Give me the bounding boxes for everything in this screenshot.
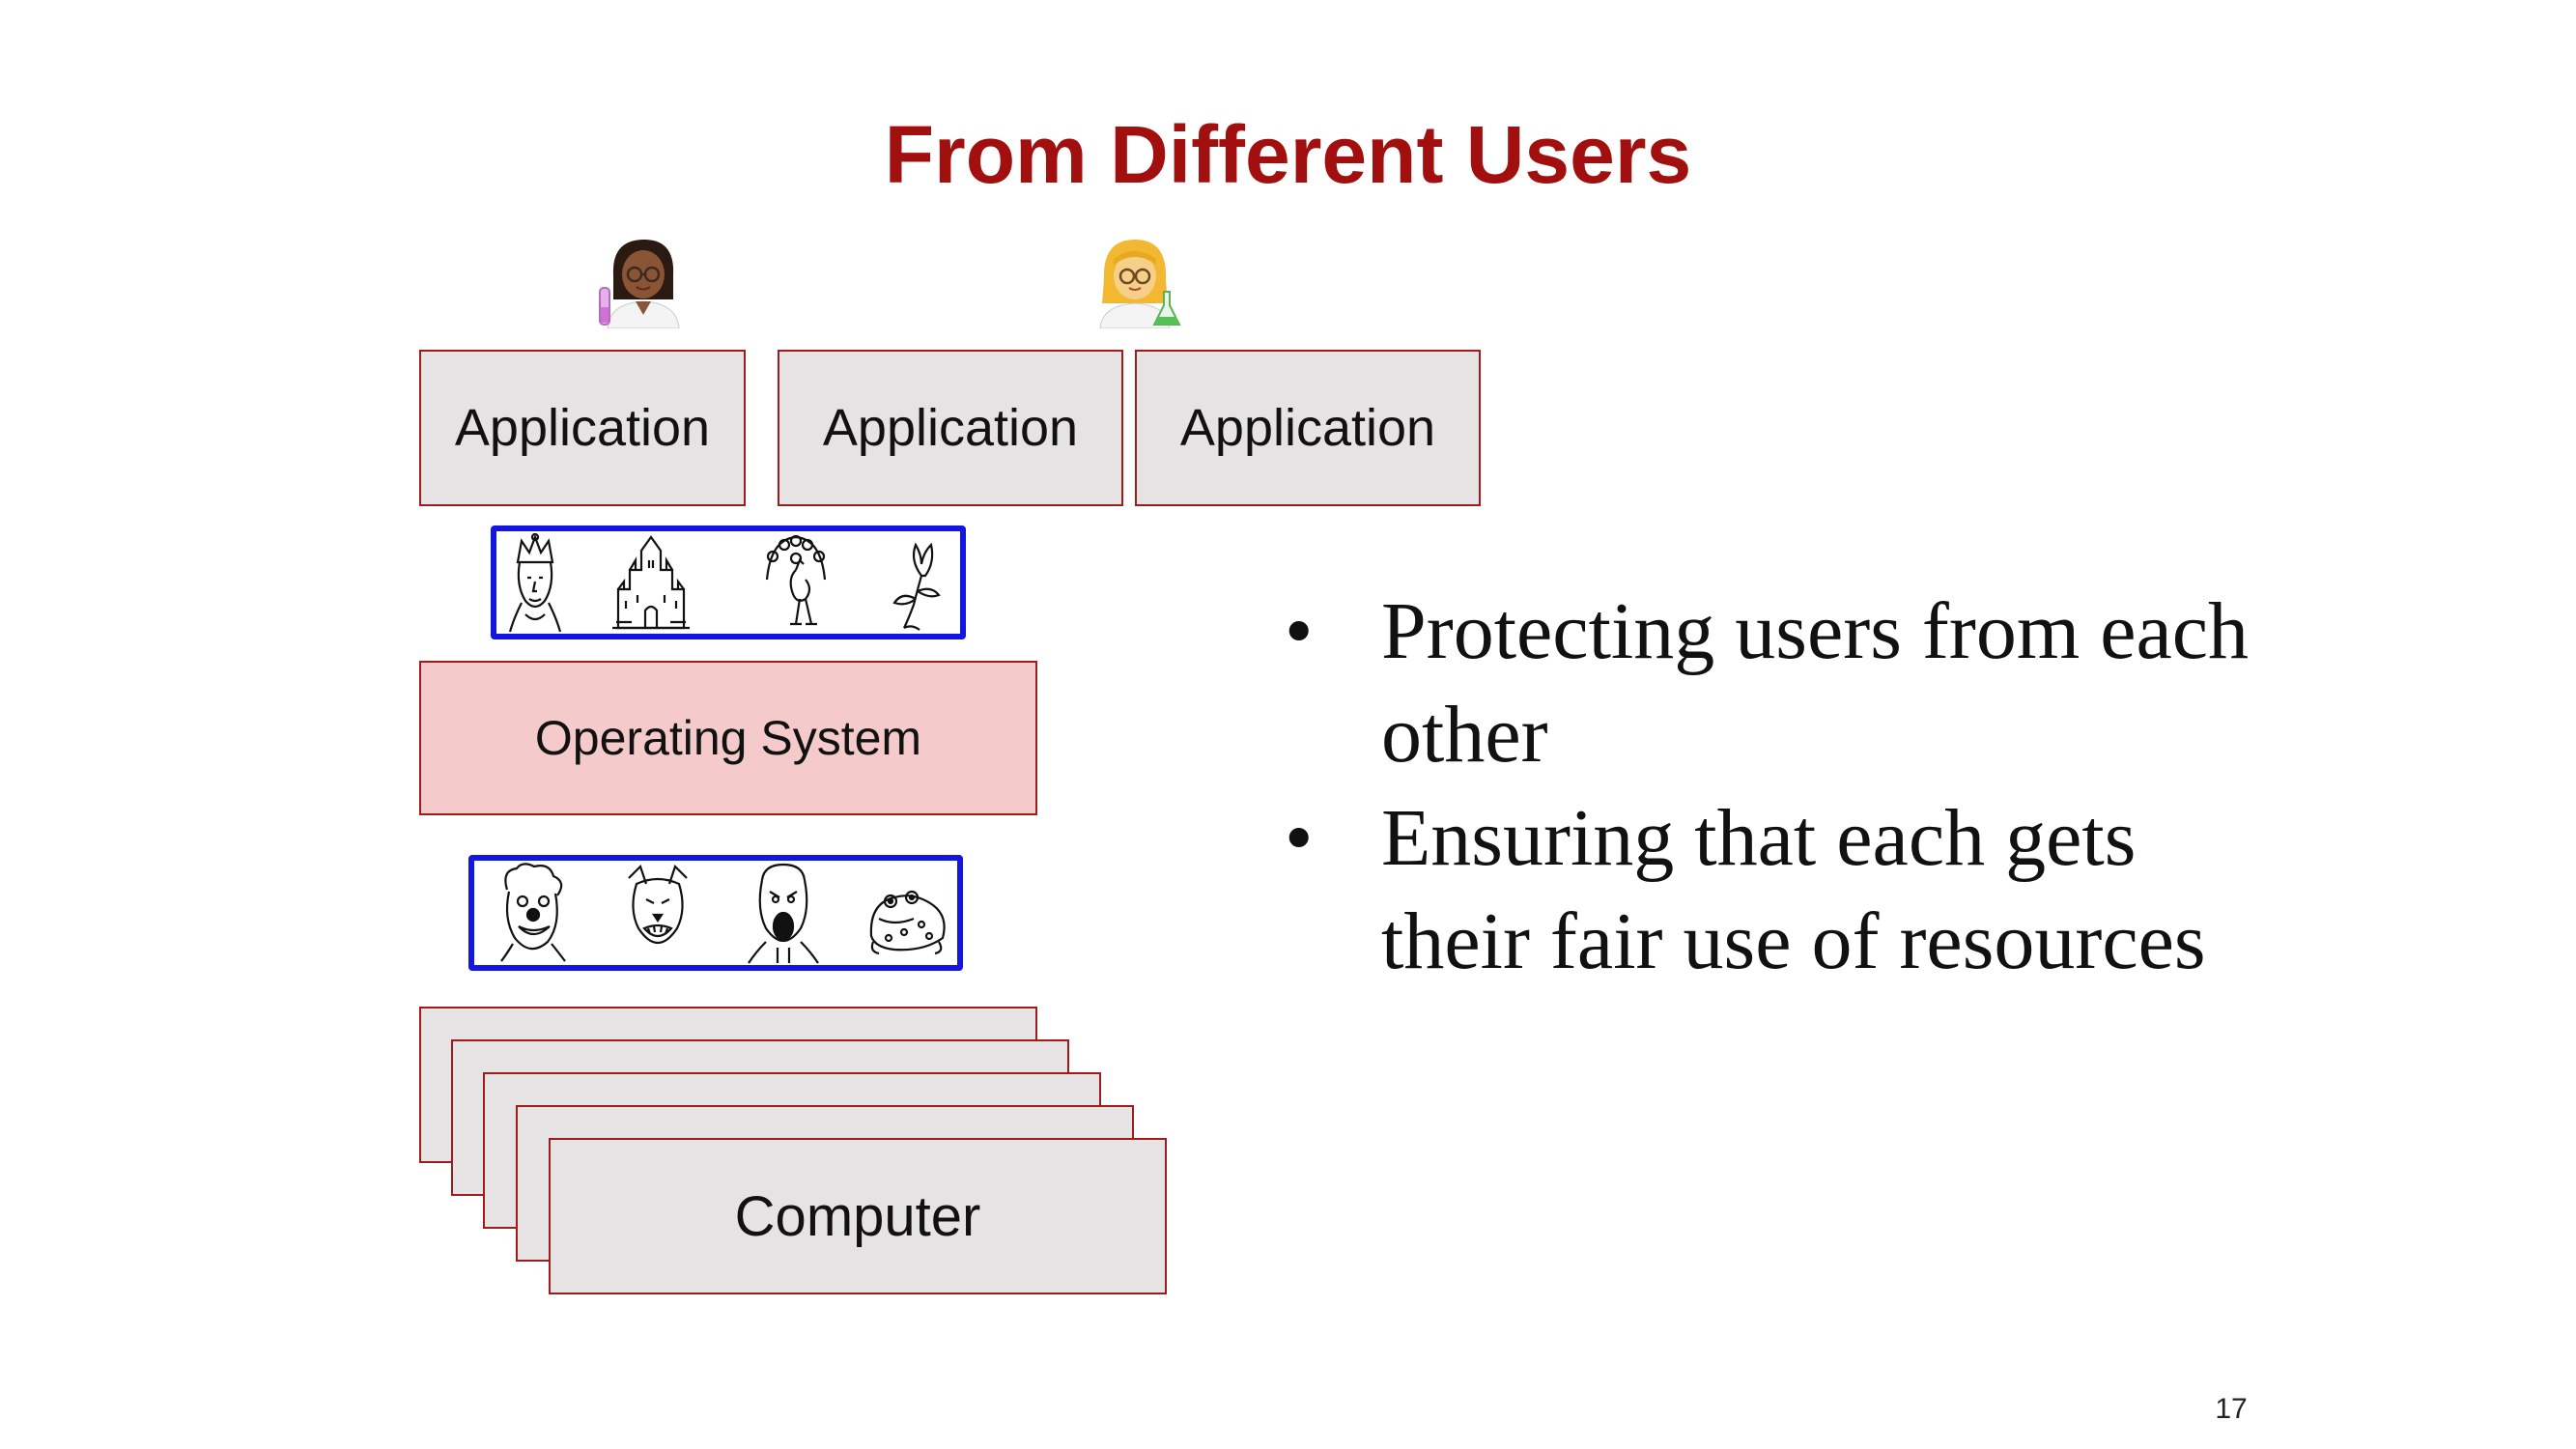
attacker-images (500, 863, 946, 964)
bullet-text: Ensuring that each gets their fair use o… (1381, 793, 2206, 986)
bullet-item-1: • Protecting users from each other (1285, 580, 2250, 786)
clown-face-drawing-icon (500, 863, 566, 962)
screaming-man-drawing-icon (748, 863, 819, 964)
scientist-woman-dark-icon (599, 240, 680, 328)
scientist-woman-blond-icon (1099, 240, 1181, 328)
application-label: Application (1179, 399, 1436, 457)
flower-drawing-icon (892, 542, 941, 631)
application-label: Application (454, 399, 711, 457)
computer-box-front: Computer (549, 1138, 1167, 1294)
bullet-marker: • (1285, 793, 1314, 883)
bullet-list: • Protecting users from each other • Ensur… (1285, 580, 2250, 993)
protected-images (508, 532, 941, 633)
application-box-3: Application (1135, 350, 1481, 506)
protected-images-frame (491, 526, 966, 639)
castle-drawing-icon (612, 535, 690, 630)
bullet-marker: • (1285, 586, 1314, 676)
slide-title: From Different Users (884, 109, 1692, 200)
page-number: 17 (2215, 1393, 2248, 1425)
peacock-drawing-icon (765, 534, 827, 626)
queen-drawing-icon (508, 532, 562, 633)
snarling-dog-drawing-icon (628, 864, 688, 945)
computer-label: Computer (734, 1184, 981, 1248)
bullet-text: Protecting users from each other (1381, 586, 2250, 780)
bullet-item-2: • Ensuring that each gets their fair use … (1285, 786, 2250, 993)
application-box-1: Application (419, 350, 746, 506)
attacker-images-frame (468, 855, 963, 971)
toad-drawing-icon (869, 890, 946, 955)
application-label: Application (822, 399, 1079, 457)
application-box-2: Application (778, 350, 1123, 506)
operating-system-box: Operating System (419, 661, 1037, 815)
operating-system-label: Operating System (534, 711, 922, 765)
